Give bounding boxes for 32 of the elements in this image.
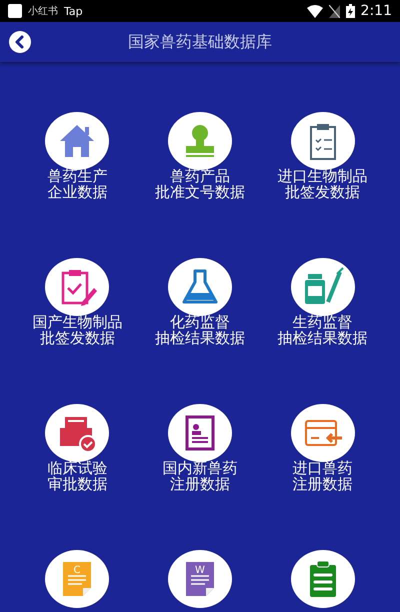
category-tile[interactable]: 化药监督 抽检结果数据 — [138, 258, 262, 392]
battery-icon — [346, 4, 355, 18]
category-tile[interactable]: 临床试验 审批数据 — [16, 404, 139, 538]
category-tile[interactable]: 国产生物制品 批签发数据 — [16, 258, 139, 392]
category-label: 进口生物制品 批签发数据 — [278, 168, 368, 200]
notification-label: 小红书 — [28, 4, 58, 18]
category-label: 国产生物制品 批签发数据 — [32, 314, 122, 346]
app-icon — [8, 4, 22, 18]
category-label: 国内新兽药 注册数据 — [162, 460, 238, 492]
category-label: 兽药生产 企业数据 — [47, 168, 108, 200]
back-button[interactable] — [9, 31, 31, 53]
no-signal-icon — [328, 4, 340, 18]
category-label: 化药监督 抽检结果数据 — [154, 314, 245, 346]
document-icon — [186, 562, 214, 596]
category-label: 进口兽药 注册数据 — [292, 460, 353, 492]
notification-text: Tap — [64, 4, 83, 18]
document-icon — [63, 562, 92, 596]
wifi-icon — [306, 4, 323, 18]
page-title: 国家兽药基础数据库 — [128, 32, 272, 52]
category-label: 生药监督 抽检结果数据 — [278, 314, 368, 346]
category-label: 兽药产品 批准文号数据 — [154, 168, 245, 200]
category-tile[interactable]: 进口生物制品 批签发数据 — [261, 112, 384, 246]
category-label: 临床试验 审批数据 — [47, 460, 108, 492]
category-tile[interactable]: 国内新兽药 注册数据 — [138, 404, 262, 538]
category-tile[interactable]: 兽药产品 批准文号数据 — [138, 112, 262, 246]
category-tile[interactable]: 进口兽药 注册数据 — [261, 404, 384, 538]
category-tile[interactable]: W — [138, 550, 262, 612]
clock-time: 2:11 — [360, 3, 392, 19]
category-tile[interactable]: 兽药生产 企业数据 — [16, 112, 139, 246]
category-tile[interactable]: 生药监督 抽检结果数据 — [261, 258, 384, 392]
letter-label: W — [195, 565, 205, 576]
letter-label: C — [74, 565, 81, 576]
